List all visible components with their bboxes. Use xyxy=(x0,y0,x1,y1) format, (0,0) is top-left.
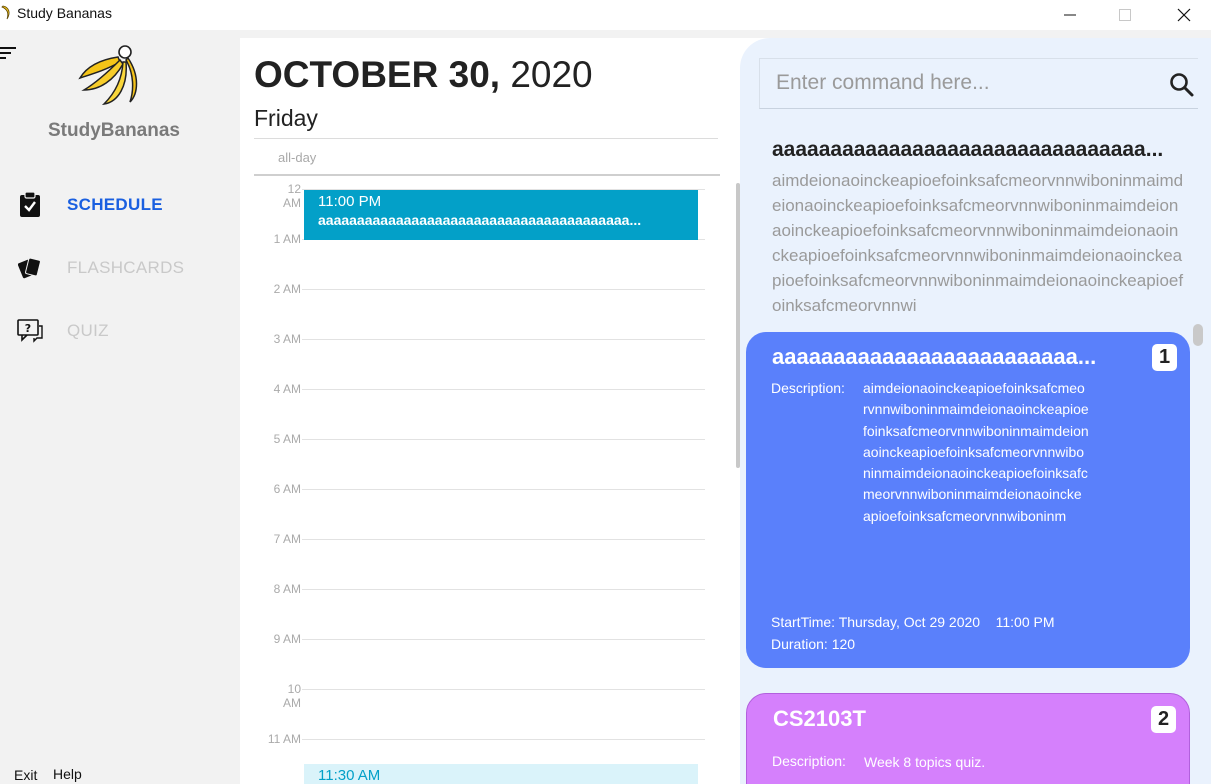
clipboard-check-icon xyxy=(16,191,44,219)
all-day-divider xyxy=(254,174,720,176)
quiz-chat-icon: ? xyxy=(16,317,44,345)
sidebar: StudyBananas SCHEDULE FLASHCARDS ? QUIZ … xyxy=(0,38,240,784)
minimize-button[interactable] xyxy=(1047,0,1093,30)
hour-gridline xyxy=(302,389,705,390)
maximize-button[interactable] xyxy=(1102,0,1148,30)
help-link[interactable]: Help xyxy=(53,766,82,782)
command-input[interactable] xyxy=(760,59,1160,107)
event-time: 11:00 PM xyxy=(318,193,382,210)
card-start-time: StartTime: Thursday, Oct 29 2020 11:00 P… xyxy=(771,614,1055,630)
right-panel-scrollbar[interactable] xyxy=(1193,324,1203,346)
window-title: Study Bananas xyxy=(17,5,112,21)
hour-label: 4 AM xyxy=(273,382,301,396)
right-panel: aaaaaaaaaaaaaaaaaaaaaaaaaaaaaaaa... aimd… xyxy=(740,38,1211,784)
duration-value: 120 xyxy=(831,636,856,652)
hour-label: 3 AM xyxy=(273,332,301,346)
sidebar-item-quiz[interactable]: ? QUIZ xyxy=(16,316,216,346)
card-description-label: Description: xyxy=(771,380,845,396)
result-body: aimdeionaoinckeapioefoinksafcmeorvnnwibo… xyxy=(772,171,1184,315)
card-title: CS2103T xyxy=(773,706,866,731)
weekday-label: Friday xyxy=(254,105,318,131)
hour-label: 1 AM xyxy=(273,232,301,246)
card-index-badge: 2 xyxy=(1151,706,1176,733)
hour-row: 2 AM xyxy=(240,282,720,332)
schedule-card[interactable]: CS2103T 2 Description: Week 8 topics qui… xyxy=(746,693,1190,784)
hour-row: 5 AM xyxy=(240,432,720,482)
start-time-label: StartTime: xyxy=(771,614,836,630)
hour-label: 7 AM xyxy=(273,532,301,546)
calendar-day-view: OCTOBER 30, 2020 Friday all-day 12 AM 1 A… xyxy=(240,38,740,784)
card-description-label: Description: xyxy=(772,753,846,769)
menu-icon[interactable] xyxy=(0,46,18,60)
hour-row: 4 AM xyxy=(240,382,720,432)
close-button[interactable] xyxy=(1161,0,1207,30)
hour-gridline xyxy=(302,289,705,290)
hour-gridline xyxy=(302,539,705,540)
sidebar-item-label: QUIZ xyxy=(67,321,109,340)
hour-label: 2 AM xyxy=(273,282,301,296)
hour-gridline xyxy=(302,489,705,490)
hour-row: 10 AM xyxy=(240,682,720,732)
hour-row: 9 AM xyxy=(240,632,720,682)
close-icon xyxy=(1177,8,1191,22)
hour-gridline xyxy=(302,689,705,690)
duration-label: Duration: xyxy=(771,636,828,652)
sidebar-item-label: FLASHCARDS xyxy=(67,258,185,277)
schedule-card[interactable]: aaaaaaaaaaaaaaaaaaaaaaaaa... 1 Descripti… xyxy=(746,332,1190,668)
calendar-event[interactable]: 11:30 AM xyxy=(304,764,698,784)
hour-row: 6 AM xyxy=(240,482,720,532)
maximize-icon xyxy=(1119,9,1131,21)
sidebar-item-schedule[interactable]: SCHEDULE xyxy=(16,190,216,220)
hour-label: 6 AM xyxy=(273,482,301,496)
svg-text:?: ? xyxy=(25,322,31,335)
hour-gridline xyxy=(302,589,705,590)
date-year: 2020 xyxy=(510,54,593,95)
result-title: aaaaaaaaaaaaaaaaaaaaaaaaaaaaaaaa... xyxy=(772,138,1164,161)
result-display: aaaaaaaaaaaaaaaaaaaaaaaaaaaaaaaa... aimd… xyxy=(772,138,1184,328)
hour-label: 11 AM xyxy=(267,732,301,746)
minimize-icon xyxy=(1064,14,1076,16)
start-time-value: Thursday, Oct 29 2020 11:00 PM xyxy=(838,614,1055,630)
hour-row: 7 AM xyxy=(240,532,720,582)
header-divider xyxy=(254,138,718,139)
sidebar-item-flashcards[interactable]: FLASHCARDS xyxy=(16,253,216,283)
hour-label: 10 AM xyxy=(283,682,301,710)
card-index-badge: 1 xyxy=(1152,344,1177,371)
hour-label: 12 AM xyxy=(283,182,301,210)
cards-icon xyxy=(16,254,44,282)
brand-name: StudyBananas xyxy=(48,120,180,141)
hour-label: 8 AM xyxy=(273,582,301,596)
hour-row: 3 AM xyxy=(240,332,720,382)
banana-app-icon xyxy=(1,5,10,20)
search-icon[interactable] xyxy=(1169,72,1195,98)
hour-gridline xyxy=(302,339,705,340)
hour-gridline xyxy=(302,439,705,440)
date-header: OCTOBER 30, 2020 xyxy=(254,54,593,96)
hour-label: 9 AM xyxy=(273,632,301,646)
banana-logo-icon xyxy=(78,45,138,106)
event-title: aaaaaaaaaaaaaaaaaaaaaaaaaaaaaaaaaaaaaaaa… xyxy=(318,212,642,228)
command-box xyxy=(759,58,1198,109)
calendar-event[interactable]: 11:00 PM aaaaaaaaaaaaaaaaaaaaaaaaaaaaaaa… xyxy=(304,190,698,240)
card-description: aimdeionaoinckeapioefoinksafcmeorvnnwibo… xyxy=(863,380,1089,524)
exit-link[interactable]: Exit xyxy=(14,767,37,783)
sidebar-item-label: SCHEDULE xyxy=(67,195,163,214)
all-day-label: all-day xyxy=(278,150,317,165)
title-bar: Study Bananas xyxy=(0,0,1211,30)
event-time: 11:30 AM xyxy=(318,767,381,784)
hour-gridline xyxy=(302,739,705,740)
window-strip xyxy=(0,30,1211,38)
card-duration: Duration: 120 xyxy=(771,636,855,652)
hour-gridline xyxy=(302,639,705,640)
card-description: Week 8 topics quiz. xyxy=(864,754,986,770)
hour-row: 8 AM xyxy=(240,582,720,632)
date-month-day: OCTOBER 30, xyxy=(254,54,501,95)
card-title: aaaaaaaaaaaaaaaaaaaaaaaaa... xyxy=(772,344,1097,369)
hour-label: 5 AM xyxy=(273,432,301,446)
